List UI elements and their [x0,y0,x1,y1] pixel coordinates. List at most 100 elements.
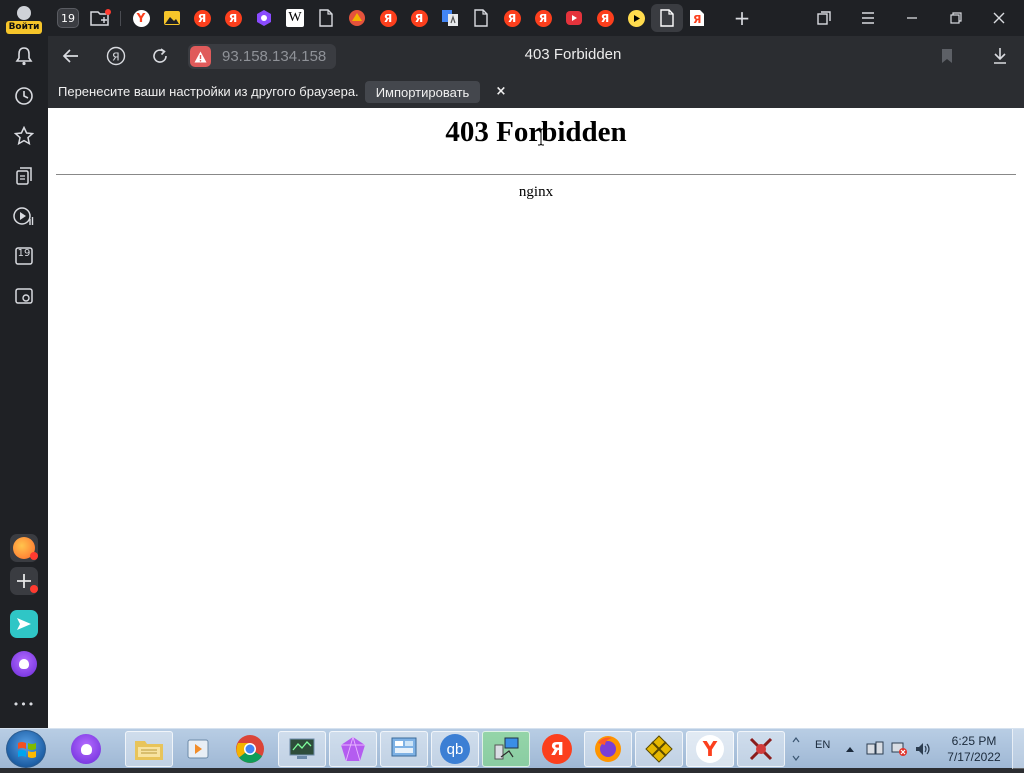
taskbar-explorer-icon[interactable] [125,731,173,767]
windows-logo-icon [18,742,36,758]
tab-translate[interactable] [436,4,464,32]
bell-icon[interactable] [12,44,36,68]
show-hidden-icons[interactable] [845,729,855,769]
svg-text:Я: Я [693,13,701,26]
yandex-home-icon[interactable]: Я [104,44,128,68]
reload-icon[interactable] [148,44,172,68]
alice-assistant-icon[interactable] [10,650,38,678]
tab-yandex-2[interactable]: Я [219,4,247,32]
page-content: 403 Forbidden nginx [48,108,1024,728]
tab-purple-app[interactable] [250,4,278,32]
tab-images[interactable] [158,4,186,32]
tab-document-2[interactable] [467,4,495,32]
taskbar-yandex-browser-icon[interactable]: Y [686,731,734,767]
new-tab-group-icon[interactable] [86,4,114,32]
warning-icon[interactable] [190,46,211,67]
more-icon[interactable]: ••• [12,692,36,716]
add-app-icon[interactable] [10,567,38,595]
divider [56,174,1016,175]
taskbar-media-icon[interactable] [175,731,223,767]
screenshot-camera-icon[interactable] [12,284,36,308]
document-icon [319,9,333,27]
tab-active-403[interactable] [651,4,683,32]
tab-yandex-page[interactable]: Я [684,4,712,32]
tab-yandex-7[interactable]: Я [591,4,619,32]
back-arrow-icon[interactable] [59,44,83,68]
address-bar-row: Я 93.158.134.158 403 Forbidden [48,36,1024,76]
clock-time: 6:25 PM [951,734,997,748]
mail-app-icon[interactable] [10,534,38,562]
taskbar-scroll-indicator[interactable] [788,731,804,767]
taskbar-control-panel-icon[interactable] [380,731,428,767]
clock-date: 7/17/2022 [947,750,1001,764]
video-play-icon [566,11,582,25]
download-icon[interactable] [988,44,1012,68]
yandex-icon: Я [534,9,552,27]
taskbar-gem-app-icon[interactable] [329,731,377,767]
taskbar-monitor-app-icon[interactable] [278,731,326,767]
taskbar-network-app-icon[interactable] [482,731,530,767]
yandex-icon: Я [379,9,397,27]
taskbar-chrome-icon[interactable] [226,731,274,767]
tab-video[interactable] [560,4,588,32]
show-desktop-button[interactable] [1012,729,1024,769]
close-window-icon[interactable] [984,4,1014,32]
tab-colorful-app[interactable] [343,4,371,32]
tab-yandex-music[interactable] [622,4,650,32]
import-button[interactable]: Импортировать [365,81,480,103]
close-infobar-icon[interactable]: × [494,82,508,100]
taskbar-yandex-icon[interactable]: Я [533,731,581,767]
yandex-icon: Я [224,9,242,27]
tray-devices-icon[interactable] [866,729,884,769]
restore-icon[interactable] [941,4,971,32]
start-button[interactable] [6,730,46,768]
tab-counter-badge: 19 [57,8,79,28]
document-icon [660,9,674,27]
history-clock-icon[interactable] [12,84,36,108]
url-field[interactable]: 93.158.134.158 [188,44,336,69]
yandex-y-icon: Y [132,9,150,27]
collections-icon[interactable] [12,164,36,188]
yandex-icon: Я [596,9,614,27]
document-icon [474,9,488,27]
tab-document-1[interactable] [312,4,340,32]
star-bookmarks-icon[interactable] [12,124,36,148]
login-label: Войти [6,21,42,34]
taskbar-alice-icon[interactable] [62,731,110,767]
music-play-icon [627,9,645,27]
language-indicator[interactable]: EN [815,739,830,751]
taskbar-firefox-icon[interactable] [584,731,632,767]
yandex-icon: Я [193,9,211,27]
import-infobar: Перенесите ваши настройки из другого бра… [48,76,1024,108]
tab-yandex-5[interactable]: Я [498,4,526,32]
tab-yandex-browser[interactable]: Y [127,4,155,32]
video-player-icon[interactable] [12,204,36,228]
new-tab-button[interactable]: + [728,4,756,32]
tab-yandex-1[interactable]: Я [188,4,216,32]
text-cursor-icon [538,128,544,146]
tab-yandex-4[interactable]: Я [405,4,433,32]
tab-yandex-6[interactable]: Я [529,4,557,32]
yandex-icon: Я [410,9,428,27]
taskbar-tool-app-icon[interactable] [737,731,785,767]
tray-network-error-icon[interactable] [890,729,908,769]
profile-login-button[interactable]: Войти [6,4,42,34]
tray-volume-icon[interactable] [914,729,932,769]
minimize-icon[interactable] [897,4,927,32]
yandex-icon: Я [503,9,521,27]
avatar-icon [17,6,31,20]
taskbar-game-app-icon[interactable] [635,731,683,767]
tab-wikipedia[interactable]: W [281,4,309,32]
messenger-app-icon[interactable] [10,610,38,638]
error-heading: 403 Forbidden [445,116,627,148]
url-text: 93.158.134.158 [222,48,327,65]
calendar-icon[interactable]: 19 [12,244,36,268]
bookmark-icon[interactable] [935,44,959,68]
tab-yandex-3[interactable]: Я [374,4,402,32]
server-name: nginx [518,184,554,200]
tabs-panel-icon[interactable] [809,4,839,32]
menu-hamburger-icon[interactable] [853,4,883,32]
system-clock[interactable]: 6:25 PM 7/17/2022 [942,733,1006,765]
taskbar-qbittorrent-icon[interactable]: qb [431,731,479,767]
tab-counter[interactable]: 19 [54,4,82,32]
